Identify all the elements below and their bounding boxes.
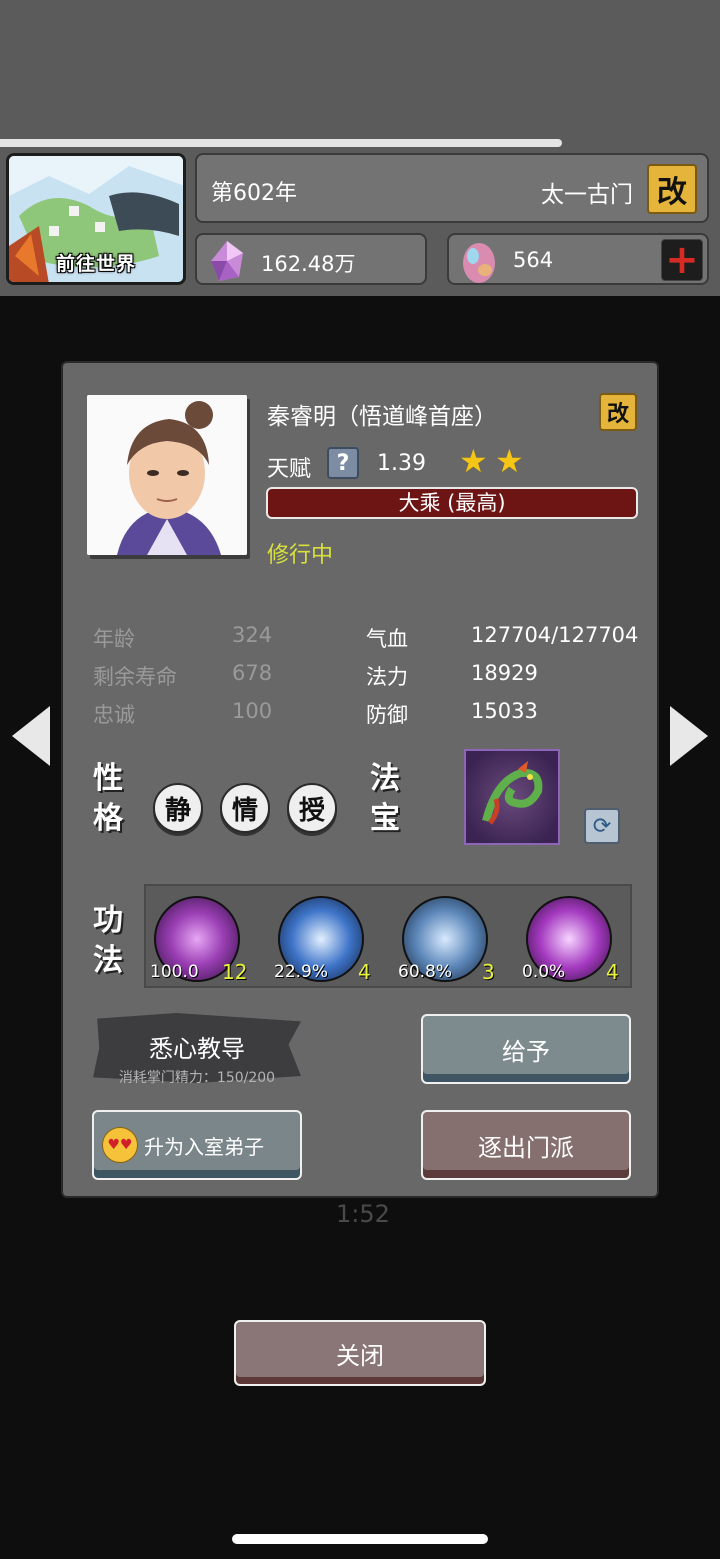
stat-value-defense: 15033: [471, 699, 538, 723]
status-text: 修行中: [267, 543, 334, 568]
stat-label-age: 年龄: [93, 627, 135, 651]
spirit-stone-count: 162.48万: [261, 252, 356, 276]
crystal-icon: [211, 241, 243, 281]
trait-badge-calm[interactable]: 静: [153, 783, 203, 833]
background-timer: 1:52: [336, 1200, 390, 1228]
skill-level: 4: [358, 960, 371, 984]
disciple-detail-dialog: 秦睿明（悟道峰首座） 改 天赋 ? 1.39 ★ ★ 大乘 (最高) 修行中 年龄…: [63, 363, 657, 1196]
stat-value-hp: 127704/127704: [471, 623, 639, 647]
year-sect-panel: 第602年 太一古门 改: [195, 153, 709, 223]
talent-label: 天赋: [267, 457, 312, 482]
teach-button-label: 悉心教导: [149, 1035, 245, 1063]
skill-level: 4: [606, 960, 619, 984]
previous-disciple-arrow-icon[interactable]: [12, 706, 50, 766]
star-icon: ★: [495, 442, 524, 480]
next-disciple-arrow-icon[interactable]: [670, 706, 708, 766]
stat-label-loyalty: 忠诚: [93, 703, 135, 727]
disciple-portrait: [87, 395, 247, 555]
dragon-treasure-icon: [482, 761, 543, 825]
sect-name: 太一古门: [541, 182, 633, 208]
star-icon: ★: [459, 442, 488, 480]
skills-label: 功 法: [93, 903, 123, 978]
treasure-slot[interactable]: [464, 749, 560, 845]
teach-cost-text: 消耗掌门精力：150/200: [118, 1070, 276, 1086]
promote-button[interactable]: ♥♥ 升为入室弟子: [92, 1110, 302, 1180]
give-button[interactable]: 给予: [421, 1014, 631, 1084]
stat-label-lifespan: 剩余寿命: [93, 665, 177, 689]
realm-bar: 大乘 (最高): [266, 487, 638, 519]
stat-label-hp: 气血: [366, 627, 408, 651]
skill-progress: 0.0%: [522, 962, 566, 982]
stat-label-defense: 防御: [366, 703, 408, 727]
skill-level: 12: [222, 960, 248, 984]
year-text: 第602年: [211, 181, 297, 206]
go-to-world-button[interactable]: 前往世界: [6, 153, 186, 285]
egg-panel: 564 +: [447, 233, 709, 285]
stat-label-mana: 法力: [366, 665, 408, 689]
egg-icon: [463, 243, 495, 283]
refresh-icon[interactable]: ⟳: [584, 808, 620, 844]
personality-label: 性 格: [93, 761, 123, 836]
spirit-stone-panel: 162.48万: [195, 233, 427, 285]
close-button[interactable]: 关闭: [234, 1320, 486, 1386]
stat-value-loyalty: 100: [232, 699, 273, 723]
stat-value-mana: 18929: [471, 661, 538, 685]
skills-panel: 100.0 12 22.9% 4 60.8% 3 0.0% 4: [144, 884, 632, 988]
trait-badge-teach[interactable]: 授: [287, 783, 337, 833]
talent-value: 1.39: [377, 451, 426, 476]
stat-value-lifespan: 678: [232, 661, 273, 685]
disciple-name: 秦睿明（悟道峰首座）: [267, 404, 497, 430]
skill-level: 3: [482, 960, 495, 984]
skill-progress: 100.0: [150, 962, 199, 982]
expel-button[interactable]: 逐出门派: [421, 1110, 631, 1180]
world-button-label: 前往世界: [55, 253, 136, 275]
skill-progress: 60.8%: [398, 962, 453, 982]
treasure-label: 法 宝: [370, 761, 400, 836]
home-indicator: [232, 1534, 488, 1544]
add-button[interactable]: +: [661, 239, 703, 281]
sect-edit-icon[interactable]: 改: [647, 164, 697, 214]
rename-edit-icon[interactable]: 改: [599, 393, 637, 431]
heart-eyes-emoji-icon: ♥♥: [102, 1127, 138, 1163]
progress-bar: [0, 139, 562, 147]
stat-value-age: 324: [232, 623, 273, 647]
promote-button-label: 升为入室弟子: [144, 1134, 264, 1159]
trait-badge-emotion[interactable]: 情: [220, 783, 270, 833]
character-portrait-icon: [87, 395, 247, 555]
help-icon[interactable]: ?: [327, 447, 359, 479]
skill-progress: 22.9%: [274, 962, 329, 982]
egg-count: 564: [513, 248, 554, 272]
